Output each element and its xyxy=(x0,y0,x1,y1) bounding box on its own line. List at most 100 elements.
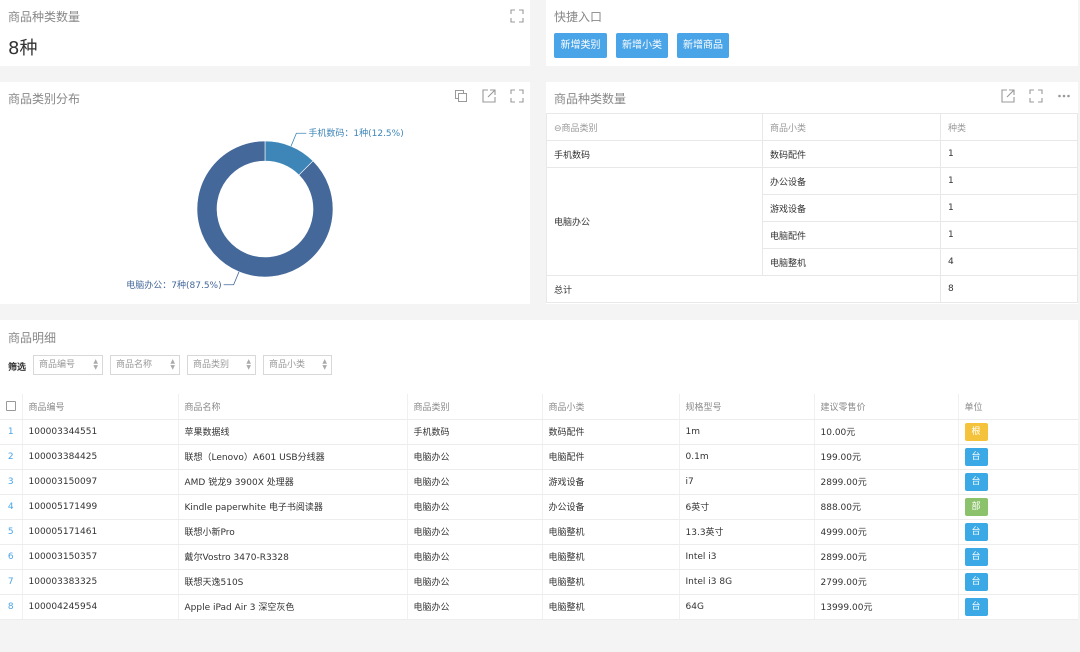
product-code-cell: 100005171461 xyxy=(21,519,178,545)
product-code-cell: 100003150357 xyxy=(21,544,178,570)
unit-badge: 部 xyxy=(964,497,988,516)
expand-icon[interactable] xyxy=(510,9,524,23)
more-icon[interactable] xyxy=(1057,89,1071,103)
product-code-cell: 100003344551 xyxy=(21,419,178,445)
filter-product-category[interactable]: 商品类别 ▲ ▼ xyxy=(187,355,256,375)
collapse-icon[interactable]: ⊖ xyxy=(554,124,562,134)
table-row[interactable]: 5 100005171461 联想小新Pro 电脑办公 电脑整机 13.3英寸 4999.0… xyxy=(0,519,1078,545)
column-header[interactable]: 商品类别 xyxy=(406,394,542,420)
unit-badge: 台 xyxy=(964,447,988,466)
price-cell: 2799.00元 xyxy=(813,569,958,595)
filter-product-code[interactable]: 商品编号 ▲ ▼ xyxy=(33,355,103,375)
price-cell: 2899.00元 xyxy=(813,544,958,570)
unit-badge: 台 xyxy=(964,547,988,566)
sort-arrows-icon: ▲ ▼ xyxy=(322,358,327,371)
quick-entry-title: 快捷入口 xyxy=(554,10,603,24)
subcategory-cell: 电脑整机 xyxy=(541,569,679,595)
unit-cell: 台 xyxy=(957,444,1078,470)
price-cell: 10.00元 xyxy=(813,419,958,445)
category-distribution-panel: 商品类别分布 手机数码：1种(12.5%) 电脑办公：7种(87.5%) xyxy=(0,82,530,304)
column-header[interactable]: 商品名称 xyxy=(177,394,407,420)
unit-badge: 根 xyxy=(964,422,988,441)
spec-cell: Intel i3 8G xyxy=(678,569,814,595)
category-donut-chart: 手机数码：1种(12.5%) 电脑办公：7种(87.5%) xyxy=(126,127,403,291)
category-cell: 电脑办公 xyxy=(406,594,542,620)
table-row[interactable]: 8 100004245954 Apple iPad Air 3 深空灰色 电脑办公 电脑… xyxy=(0,594,1078,620)
pie-label-line xyxy=(290,132,307,147)
table-row[interactable]: 3 100003150097 AMD 锐龙9 3900X 处理器 电脑办公 游戏设备 i7… xyxy=(0,469,1078,495)
table-header-row: 商品编号 商品名称 商品类别 商品小类 规格型号 建议零售价 单位 xyxy=(0,394,1078,420)
pivot-subcategory-cell: 游戏设备 xyxy=(762,194,941,222)
subcategory-cell: 电脑整机 xyxy=(541,594,679,620)
pivot-header-subcategory: 商品小类 xyxy=(762,113,941,141)
product-name-cell: 联想（Lenovo）A601 USB分线器 xyxy=(177,444,407,470)
column-header[interactable]: 商品小类 xyxy=(541,394,679,420)
category-cell: 电脑办公 xyxy=(406,469,542,495)
unit-badge: 台 xyxy=(964,472,988,491)
select-all-checkbox[interactable] xyxy=(5,401,16,411)
product-name-cell: 联想天逸510S xyxy=(177,569,407,595)
pivot-title: 商品种类数量 xyxy=(554,92,627,106)
spec-cell: 64G xyxy=(678,594,814,620)
column-header[interactable]: 建议零售价 xyxy=(813,394,958,420)
detail-title: 商品明细 xyxy=(8,331,57,345)
product-code-cell: 100003383325 xyxy=(21,569,178,595)
subcategory-cell: 数码配件 xyxy=(541,419,679,445)
pie-slice[interactable] xyxy=(196,140,334,278)
price-cell: 4999.00元 xyxy=(813,519,958,545)
sort-arrows-icon: ▲ ▼ xyxy=(246,358,251,371)
pivot-subcategory-cell: 办公设备 xyxy=(762,167,941,195)
expand-icon[interactable] xyxy=(1029,89,1043,103)
pivot-subcategory-cell: 电脑整机 xyxy=(762,248,941,276)
add-category-button[interactable]: 新增类别 xyxy=(554,33,607,58)
kpi-value: 8种 xyxy=(8,38,38,59)
pivot-subcategory-cell: 数码配件 xyxy=(762,140,941,168)
table-row[interactable]: 2 100003384425 联想（Lenovo）A601 USB分线器 电脑办公 电脑… xyxy=(0,444,1078,470)
pivot-count-cell: 4 xyxy=(940,248,1078,276)
product-code-cell: 100005171499 xyxy=(21,494,178,520)
spec-cell: 13.3英寸 xyxy=(678,519,814,545)
product-code-cell: 100004245954 xyxy=(21,594,178,620)
export-icon[interactable] xyxy=(1001,89,1015,103)
unit-cell: 根 xyxy=(957,419,1078,445)
product-name-cell: AMD 锐龙9 3900X 处理器 xyxy=(177,469,407,495)
pie-label-line xyxy=(223,271,240,286)
product-name-cell: 苹果数据线 xyxy=(177,419,407,445)
unit-cell: 台 xyxy=(957,544,1078,570)
table-row[interactable]: 6 100003150357 戴尔Vostro 3470-R3328 电脑办公 电脑整机… xyxy=(0,544,1078,570)
bottom-strip xyxy=(0,628,1080,652)
column-header[interactable]: 商品编号 xyxy=(21,394,178,420)
column-header[interactable]: 单位 xyxy=(957,394,1078,420)
filter-product-subcategory[interactable]: 商品小类 ▲ ▼ xyxy=(263,355,332,375)
kpi-panel: 商品种类数量 8种 xyxy=(0,0,530,66)
price-cell: 13999.00元 xyxy=(813,594,958,620)
table-row[interactable]: 7 100003383325 联想天逸510S 电脑办公 电脑整机 Intel i3 8G… xyxy=(0,569,1078,595)
unit-badge: 台 xyxy=(964,522,988,541)
row-index: 2 xyxy=(0,444,22,470)
add-product-button[interactable]: 新增商品 xyxy=(677,33,729,58)
pivot-header-category[interactable]: ⊖商品类别 xyxy=(546,113,763,141)
category-cell: 电脑办公 xyxy=(406,544,542,570)
filter-product-name[interactable]: 商品名称 ▲ ▼ xyxy=(110,355,180,375)
price-cell: 2899.00元 xyxy=(813,469,958,495)
select-all-cell[interactable] xyxy=(0,394,22,420)
pivot-count-cell: 1 xyxy=(940,140,1078,168)
category-cell: 电脑办公 xyxy=(406,569,542,595)
pivot-header-count: 种类 xyxy=(940,113,1078,141)
product-name-cell: Apple iPad Air 3 深空灰色 xyxy=(177,594,407,620)
spec-cell: Intel i3 xyxy=(678,544,814,570)
category-cell: 手机数码 xyxy=(406,419,542,445)
row-index: 1 xyxy=(0,419,22,445)
subcategory-cell: 游戏设备 xyxy=(541,469,679,495)
price-cell: 888.00元 xyxy=(813,494,958,520)
product-code-cell: 100003384425 xyxy=(21,444,178,470)
table-row[interactable]: 4 100005171499 Kindle paperwhite 电子书阅读器 电脑办… xyxy=(0,494,1078,520)
price-cell: 199.00元 xyxy=(813,444,958,470)
column-header[interactable]: 规格型号 xyxy=(678,394,814,420)
row-index: 5 xyxy=(0,519,22,545)
sort-arrows-icon: ▲ ▼ xyxy=(170,358,175,371)
table-row[interactable]: 1 100003344551 苹果数据线 手机数码 数码配件 1m 10.00元根 xyxy=(0,419,1078,445)
spec-cell: i7 xyxy=(678,469,814,495)
pivot-category-cell: 手机数码 xyxy=(546,140,763,168)
add-subcategory-button[interactable]: 新增小类 xyxy=(616,33,668,58)
